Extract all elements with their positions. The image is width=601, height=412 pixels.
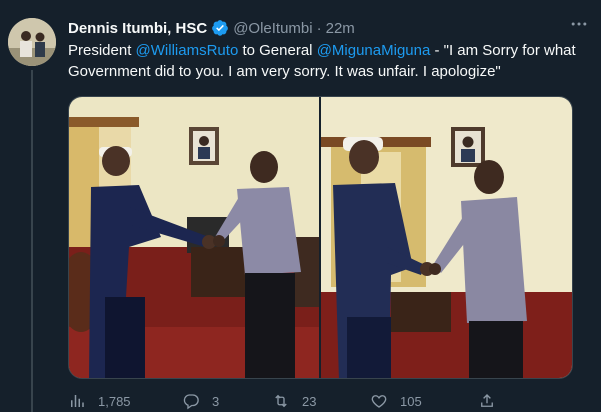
mention-williamsruto[interactable]: @WilliamsRuto — [136, 42, 239, 59]
author-name[interactable]: Dennis Itumbi, HSC — [68, 20, 207, 37]
thread-line — [31, 70, 33, 412]
avatar[interactable] — [8, 18, 56, 66]
heart-icon — [371, 395, 387, 408]
tweet-media[interactable] — [68, 96, 573, 379]
tweet-text-prefix: President — [68, 42, 136, 59]
tweet-header: Dennis Itumbi, HSC @OleItumbi · 22m — [68, 17, 581, 39]
more-options-icon[interactable] — [569, 14, 589, 39]
like-action[interactable]: 105 — [370, 392, 422, 410]
share-action[interactable] — [478, 392, 496, 410]
reply-action[interactable]: 3 — [182, 392, 219, 410]
tweet-time[interactable]: 22m — [326, 20, 355, 37]
author-handle[interactable]: @OleItumbi — [233, 20, 312, 37]
tweet-text-middle: to General — [238, 42, 317, 59]
tweet-actions: 1,785 3 23 105 — [68, 392, 573, 412]
retweet-action[interactable]: 23 — [272, 392, 316, 410]
verified-badge-icon — [212, 20, 229, 36]
photo-left[interactable] — [69, 97, 319, 378]
photo-right[interactable] — [321, 97, 572, 378]
retweet-icon — [275, 394, 287, 408]
mention-migunamiguna[interactable]: @MigunaMiguna — [317, 42, 431, 59]
views-count: 1,785 — [98, 393, 131, 409]
analytics-icon — [71, 395, 84, 407]
views-action[interactable]: 1,785 — [68, 392, 131, 410]
share-icon — [481, 394, 493, 407]
retweet-count: 23 — [302, 393, 317, 409]
separator-dot: · — [316, 19, 322, 37]
like-count: 105 — [400, 393, 422, 409]
reply-count: 3 — [212, 393, 220, 409]
tweet-text: President @WilliamsRuto to General @Migu… — [68, 40, 583, 82]
reply-icon — [183, 394, 199, 410]
